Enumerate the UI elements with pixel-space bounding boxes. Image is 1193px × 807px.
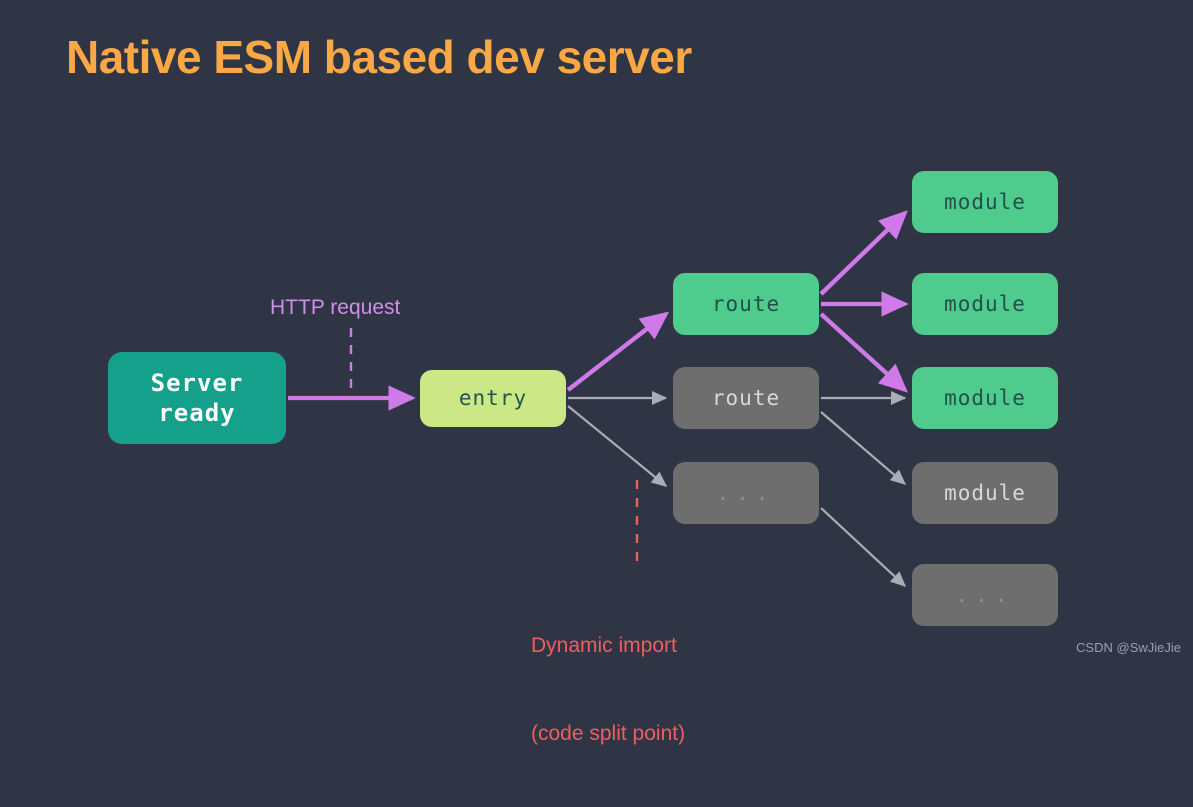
node-module-2[interactable]: module (912, 273, 1058, 335)
node-module-3-label: module (944, 385, 1026, 410)
edge-entry-to-route-active (566, 311, 670, 392)
node-route-active-label: route (711, 291, 781, 316)
dynamic-import-label: Dynamic import (code split point) (531, 572, 685, 807)
dynamic-import-line-1: Dynamic import (531, 633, 677, 657)
node-entry[interactable]: entry (420, 370, 566, 427)
node-module-5[interactable]: ... (912, 564, 1058, 626)
node-server-ready[interactable]: Server ready (108, 352, 286, 444)
node-module-3[interactable]: module (912, 367, 1058, 429)
edge-route-inactive-to-module-4 (820, 411, 907, 485)
node-module-2-label: module (944, 291, 1026, 316)
node-module-4-label: module (944, 480, 1026, 505)
edge-route-dots-to-module-5 (820, 507, 906, 587)
node-route-dots[interactable]: ... (673, 462, 819, 524)
dynamic-import-line-2: (code split point) (531, 721, 686, 745)
watermark: CSDN @SwJieJie (1076, 640, 1181, 655)
server-label-line1: Server (150, 369, 244, 397)
edge-route-to-module-1 (819, 210, 908, 296)
node-module-1-label: module (944, 189, 1026, 214)
node-route-inactive[interactable]: route (673, 367, 819, 429)
node-module-4[interactable]: module (912, 462, 1058, 524)
node-route-inactive-label: route (711, 385, 781, 410)
node-server-ready-label: Server ready (151, 368, 244, 428)
edge-route-to-module-3 (819, 312, 908, 393)
http-request-label: HTTP request (270, 296, 401, 319)
slide-canvas: Native ESM based dev server Server ready… (0, 0, 1193, 745)
node-route-dots-label: ... (716, 480, 776, 505)
edge-entry-to-route-dots (567, 405, 668, 487)
node-module-1[interactable]: module (912, 171, 1058, 233)
node-module-5-label: ... (955, 582, 1015, 607)
node-route-active[interactable]: route (673, 273, 819, 335)
server-label-line2: ready (158, 399, 236, 427)
node-entry-label: entry (458, 386, 528, 411)
